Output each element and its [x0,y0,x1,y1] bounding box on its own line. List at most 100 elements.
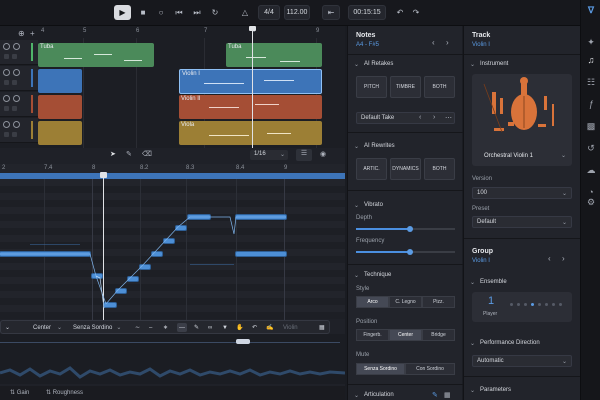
edit-icon[interactable]: ✍ [266,323,273,332]
settings-icon[interactable]: ⚙ [585,196,597,208]
frequency-slider[interactable] [356,249,455,255]
pan-knob-icon[interactable] [3,43,10,50]
style-arco[interactable]: Arco [356,296,389,308]
curve-icon[interactable]: ↶ [252,323,257,332]
position-bridge[interactable]: Bridge [422,329,455,341]
style-col-legno[interactable]: C. Legno [389,296,422,308]
vibrato-icon[interactable]: ∼ [135,323,140,332]
ensemble-dot[interactable] [517,303,520,306]
rewrite-artic-button[interactable]: ARTIC. [356,158,387,180]
chevron-left-icon[interactable]: ‹ [432,38,435,47]
slider-thumb[interactable] [407,226,414,232]
pan-knob-icon[interactable] [3,69,10,76]
undo-icon[interactable]: ↶ [394,5,406,20]
mute-select[interactable]: Senza Sordino ⌄ [73,323,127,332]
playhead-handle-icon[interactable] [249,26,256,31]
glide-icon[interactable]: ∗ [163,323,168,332]
clip-tuba-2[interactable]: Tuba [226,43,322,67]
retake-both-button[interactable]: BOTH [424,76,455,98]
automation-point[interactable] [236,339,250,344]
chevron-down-icon[interactable]: ⌄ [354,202,359,209]
mute-icon[interactable] [4,106,9,111]
zoom-icon[interactable]: ⊕ [18,29,25,38]
depth-slider[interactable] [356,226,455,232]
chevron-right-icon[interactable]: › [446,38,449,47]
clip-violin-2-b[interactable]: Violin II [179,95,322,119]
volume-knob-icon[interactable] [13,121,20,128]
quantize-select[interactable]: 1/16 ⌄ [250,150,288,160]
chevron-left-icon[interactable]: ‹ [548,254,551,263]
mute-icon[interactable] [4,80,9,85]
pianoroll-ruler[interactable]: 2 7.4 8 8.2 8.3 8.4 9 [0,164,345,173]
ensemble-dot[interactable] [552,303,555,306]
redo-icon[interactable]: ↷ [410,5,422,20]
position-center[interactable]: Center [389,329,422,341]
music-note-icon[interactable]: ♫ [585,54,597,66]
fx-icon[interactable]: ƒ [585,98,597,110]
style-select[interactable]: Center ⌄ [33,323,65,332]
link-icon[interactable]: ∞ [208,323,212,332]
ensemble-dots[interactable] [510,303,568,307]
chevron-down-icon[interactable]: ⌄ [354,61,359,68]
chevron-down-icon[interactable]: ⌄ [354,392,359,399]
chevron-down-icon[interactable]: ⌄ [5,323,10,332]
pencil-tool-icon[interactable]: ✎ [126,150,136,160]
retake-timbre-button[interactable]: TIMBRE [390,76,421,98]
retake-pitch-button[interactable]: PITCH [356,76,387,98]
legato-icon[interactable]: ― [177,323,187,332]
eraser-tool-icon[interactable]: ⌫ [142,150,152,160]
playhead[interactable] [252,26,253,148]
track-header-tuba[interactable] [0,40,38,65]
cloud-icon[interactable]: ☁ [585,164,597,176]
chevron-right-icon[interactable]: › [562,254,565,263]
track-header-viola[interactable] [0,118,38,143]
ensemble-dot[interactable] [510,303,513,306]
grid-icon[interactable]: ▦ [444,391,451,399]
volume-knob-icon[interactable] [13,43,20,50]
pencil-icon[interactable]: ✎ [194,323,199,332]
take-select[interactable]: Default Take ‹ › ⋯ [356,112,455,124]
sync-icon[interactable]: ↺ [585,142,597,154]
metronome-icon[interactable]: △ [238,5,252,20]
piano-roll[interactable]: ➤ ✎ ⌫ 1/16 ⌄ ☰ ◉ 2 7.4 8 8.2 8.3 8.4 9 [0,148,345,400]
clip-violin-1-b[interactable]: Violin I [179,69,322,94]
more-icon[interactable]: ⋯ [445,114,452,122]
playhead-handle-icon[interactable] [100,172,107,178]
chevron-down-icon[interactable]: ⌄ [470,279,475,286]
play-icon[interactable]: ▶ [114,5,131,20]
clip-viola-b[interactable]: Viola [179,121,322,145]
performance-direction-select[interactable]: Automatic ⌄ [472,355,572,367]
position-fingerboard[interactable]: Fingerb. [356,329,389,341]
mute-senza-sordino[interactable]: Senza Sordino [356,363,405,375]
tab-gain[interactable]: ⇅ Gain [10,389,29,396]
solo-icon[interactable] [12,106,17,111]
grid-icon[interactable]: ▦ [319,323,325,332]
clip-violin-2-a[interactable] [38,95,82,119]
volume-knob-icon[interactable] [13,69,20,76]
sliders-icon[interactable]: ☷ [585,76,597,88]
ensemble-dot[interactable] [538,303,541,306]
clip-tuba-1[interactable]: Tuba [38,43,154,67]
chevron-down-icon[interactable]: ⌄ [354,143,359,150]
rewrite-both-button[interactable]: BOTH [424,158,455,180]
arranger-ruler[interactable]: 4 5 6 7 8 9 [38,26,345,38]
rewrite-dynamics-button[interactable]: DYNAMICS [390,158,421,180]
rewind-icon[interactable]: ⏮ [172,5,186,20]
hand-icon[interactable]: ✋ [236,323,243,332]
dash-icon[interactable]: – [149,323,152,332]
ensemble-dot[interactable] [524,303,527,306]
magic-wand-icon[interactable]: ✦ [585,36,597,48]
ensemble-dot[interactable] [531,303,534,306]
version-select[interactable]: 100 ⌄ [472,187,572,199]
return-to-start-icon[interactable]: ⇤ [322,5,340,20]
position-display[interactable]: 00:15:15 [348,5,386,20]
accent-icon[interactable]: ▼ [222,323,228,332]
track-header-violin-1[interactable] [0,66,38,91]
clip-violin-1-a[interactable] [38,69,82,93]
forward-icon[interactable]: ⏭ [190,5,204,20]
pan-knob-icon[interactable] [3,95,10,102]
ensemble-dot[interactable] [545,303,548,306]
chevron-down-icon[interactable]: ⌄ [354,272,359,279]
solo-icon[interactable] [12,54,17,59]
tempo-field[interactable]: 112.00 [284,5,310,20]
